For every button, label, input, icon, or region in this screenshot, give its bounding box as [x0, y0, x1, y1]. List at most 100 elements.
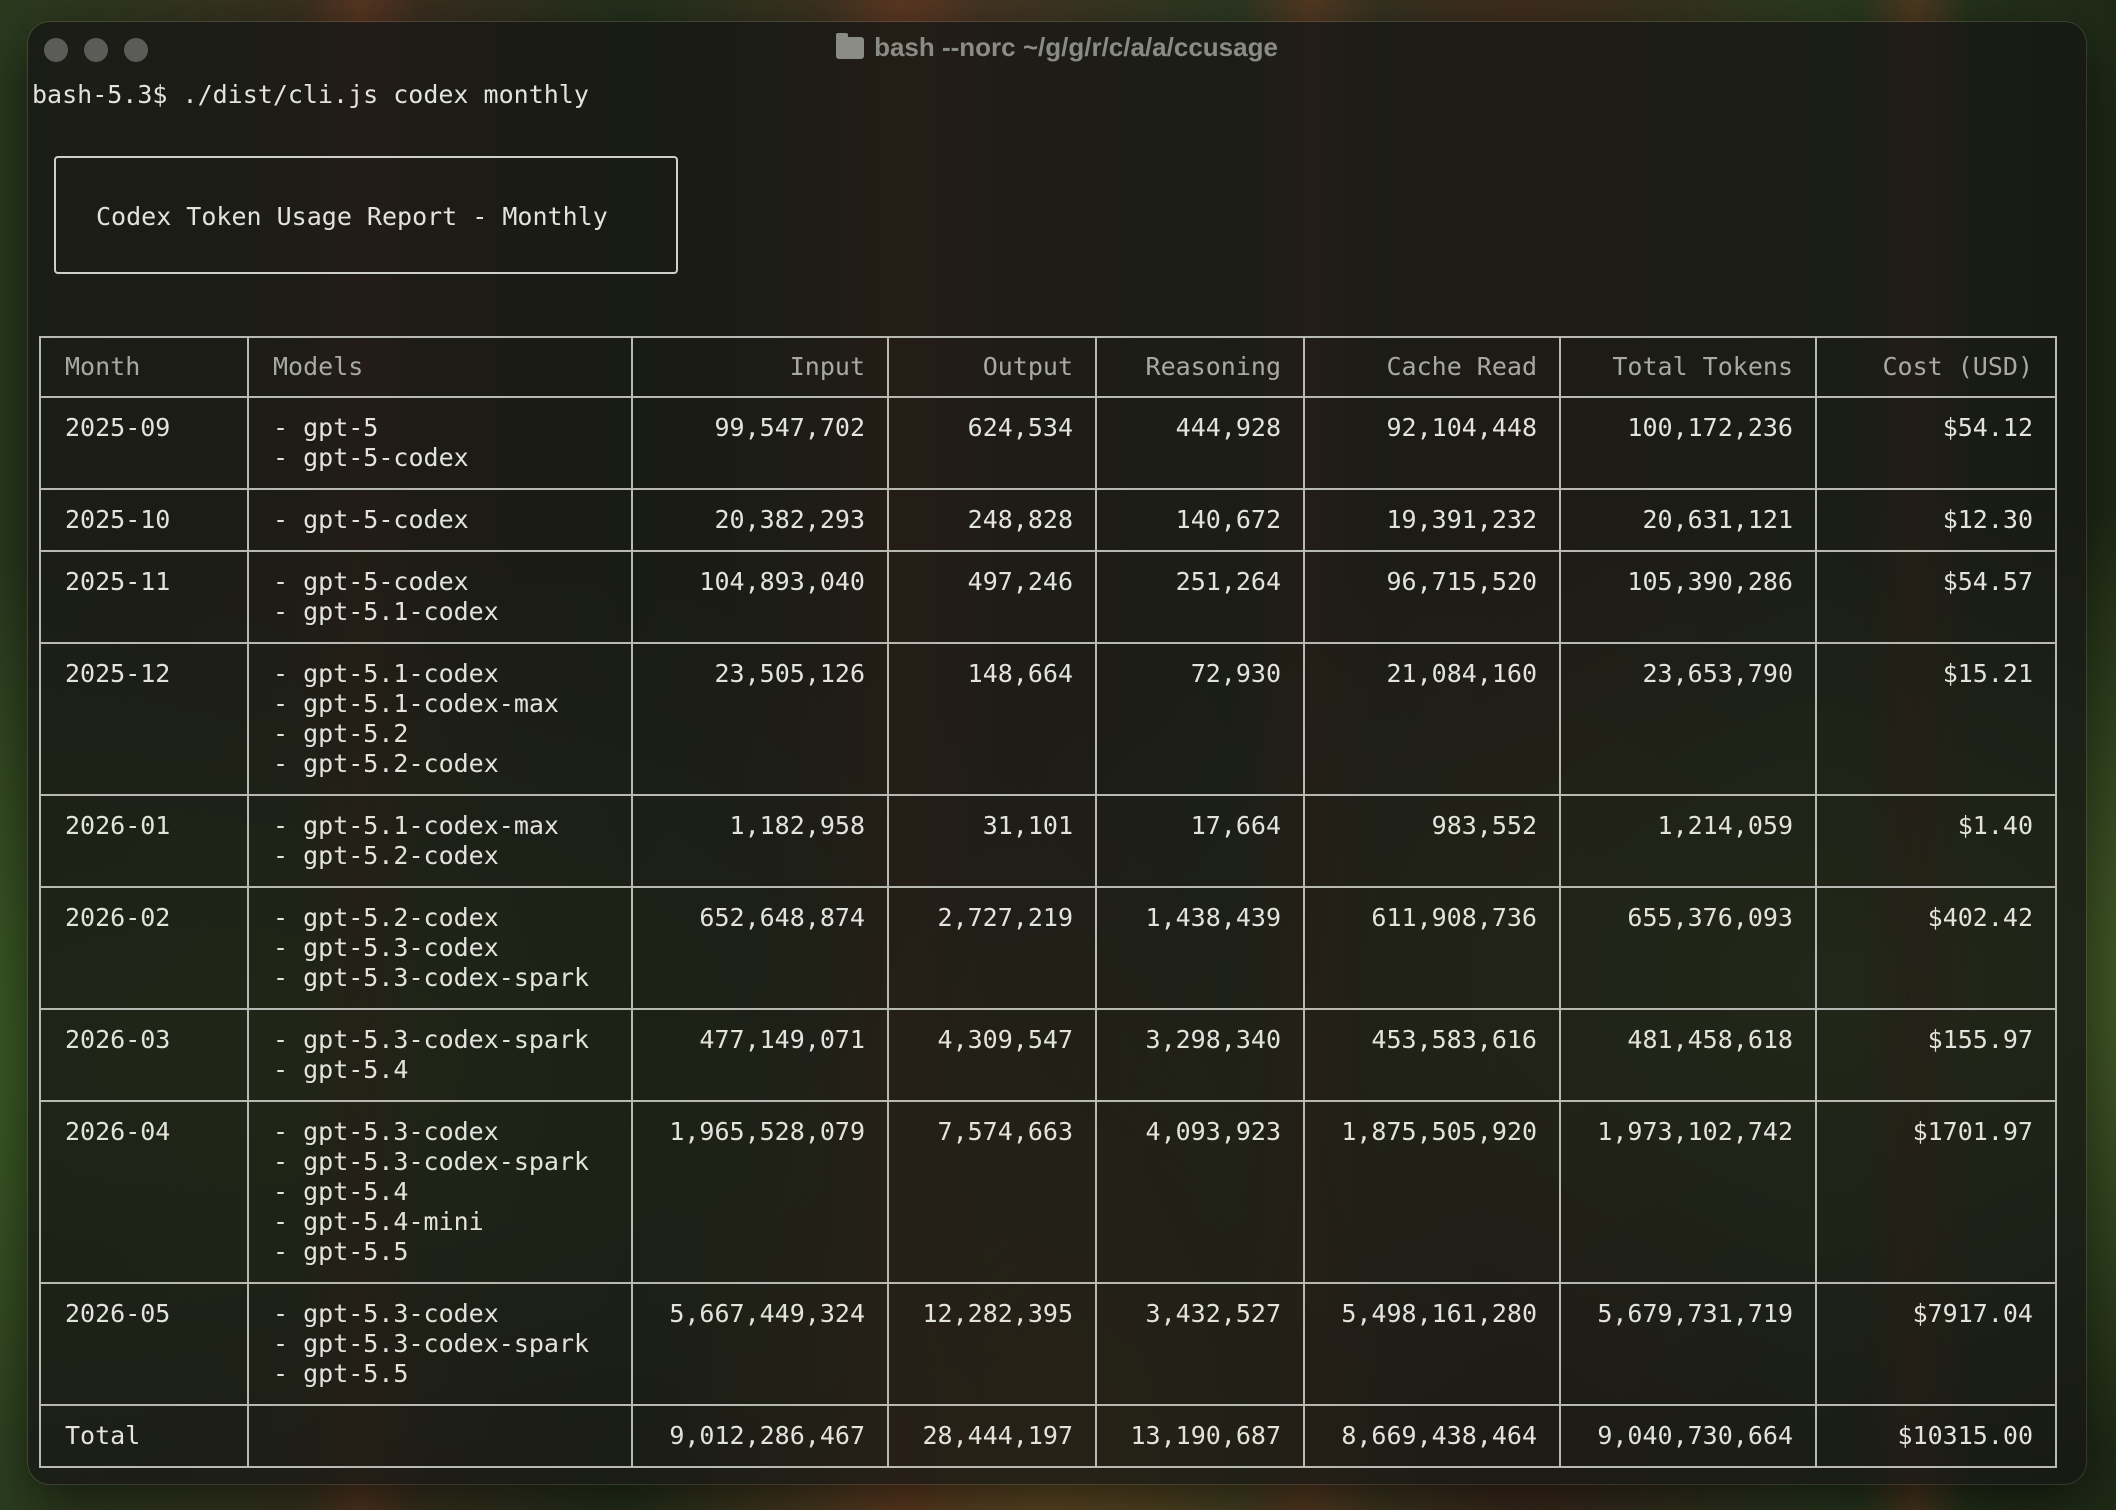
row-month: 2026-01 — [39, 794, 249, 888]
model-item: - gpt-5.4-mini — [273, 1207, 484, 1236]
model-item: - gpt-5.1-codex — [273, 597, 499, 626]
terminal-window: bash --norc ~/g/g/r/c/a/a/ccusage bash-5… — [28, 22, 2086, 1484]
row-total-tokens: 655,376,093 — [1559, 886, 1817, 1010]
model-item: - gpt-5-codex — [273, 567, 469, 596]
model-item: - gpt-5.4 — [273, 1177, 409, 1206]
model-item: - gpt-5-codex — [273, 505, 469, 534]
model-item: - gpt-5.2-codex — [273, 749, 499, 778]
row-input: 99,547,702 — [631, 396, 889, 490]
table-row: 2025-11- gpt-5-codex - gpt-5.1-codex 104,8… — [39, 550, 2057, 644]
row-reasoning: 17,664 — [1095, 794, 1305, 888]
model-item: - gpt-5.3-codex-spark — [273, 1329, 590, 1358]
header-input: Input — [631, 336, 889, 398]
row-total-tokens: 100,172,236 — [1559, 396, 1817, 490]
row-cache-read: 5,498,161,280 — [1303, 1282, 1561, 1406]
row-cost: $10315.00 — [1815, 1404, 2057, 1468]
model-item: - gpt-5.3-codex — [273, 933, 499, 962]
row-reasoning: 140,672 — [1095, 488, 1305, 552]
row-input: 1,182,958 — [631, 794, 889, 888]
model-item: - gpt-5.1-codex-max — [273, 811, 559, 840]
row-cost: $402.42 — [1815, 886, 2057, 1010]
folder-icon — [836, 33, 865, 59]
row-month: 2025-10 — [39, 488, 249, 552]
row-input: 20,382,293 — [631, 488, 889, 552]
row-cost: $54.57 — [1815, 550, 2057, 644]
table-row: 2026-01- gpt-5.1-codex-max - gpt-5.2-code… — [39, 794, 2057, 888]
model-item: - gpt-5.1-codex-max — [273, 689, 559, 718]
command-prompt[interactable]: bash-5.3$ ./dist/cli.js codex monthly — [32, 80, 589, 109]
row-models — [247, 1404, 633, 1468]
row-reasoning: 444,928 — [1095, 396, 1305, 490]
table-row: 2026-02- gpt-5.2-codex - gpt-5.3-codex - g… — [39, 886, 2057, 1010]
row-total-tokens: 1,214,059 — [1559, 794, 1817, 888]
row-cache-read: 96,715,520 — [1303, 550, 1561, 644]
model-item: - gpt-5.5 — [273, 1237, 409, 1266]
header-reasoning: Reasoning — [1095, 336, 1305, 398]
table-row: 2026-04- gpt-5.3-codex - gpt-5.3-codex-sp… — [39, 1100, 2057, 1284]
total-row: Total 9,012,286,467 28,444,197 13,190,687 8,… — [39, 1404, 2057, 1468]
row-month: Total — [39, 1404, 249, 1468]
row-models: - gpt-5- gpt-5-codex — [247, 396, 633, 490]
row-input: 9,012,286,467 — [631, 1404, 889, 1468]
model-item: - gpt-5.3-codex-spark — [273, 963, 590, 992]
row-reasoning: 251,264 — [1095, 550, 1305, 644]
header-cache-read: Cache Read — [1303, 336, 1561, 398]
usage-table: Month Models Input Output Reasoning Cach… — [39, 336, 2057, 1468]
row-cost: $7917.04 — [1815, 1282, 2057, 1406]
model-item: - gpt-5.1-codex — [273, 659, 499, 688]
row-cache-read: 611,908,736 — [1303, 886, 1561, 1010]
header-cost: Cost (USD) — [1815, 336, 2057, 398]
row-cache-read: 453,583,616 — [1303, 1008, 1561, 1102]
row-total-tokens: 105,390,286 — [1559, 550, 1817, 644]
row-cost: $155.97 — [1815, 1008, 2057, 1102]
row-output: 7,574,663 — [887, 1100, 1097, 1284]
row-output: 148,664 — [887, 642, 1097, 796]
table-row: 2025-12- gpt-5.1-codex - gpt-5.1-codex-ma… — [39, 642, 2057, 796]
row-month: 2025-12 — [39, 642, 249, 796]
row-output: 624,534 — [887, 396, 1097, 490]
row-month: 2026-04 — [39, 1100, 249, 1284]
row-total-tokens: 1,973,102,742 — [1559, 1100, 1817, 1284]
model-item: - gpt-5.2 — [273, 719, 409, 748]
row-models: - gpt-5-codex — [247, 488, 633, 552]
model-item: - gpt-5.2-codex — [273, 903, 499, 932]
row-input: 1,965,528,079 — [631, 1100, 889, 1284]
row-cost: $12.30 — [1815, 488, 2057, 552]
row-total-tokens: 5,679,731,719 — [1559, 1282, 1817, 1406]
row-total-tokens: 9,040,730,664 — [1559, 1404, 1817, 1468]
header-month: Month — [39, 336, 249, 398]
table-row: 2026-05- gpt-5.3-codex - gpt-5.3-codex-sp… — [39, 1282, 2057, 1406]
header-output: Output — [887, 336, 1097, 398]
model-item: - gpt-5.5 — [273, 1359, 409, 1388]
row-output: 28,444,197 — [887, 1404, 1097, 1468]
window-title-text: bash --norc ~/g/g/r/c/a/a/ccusage — [874, 32, 1278, 62]
row-cost: $54.12 — [1815, 396, 2057, 490]
row-month: 2025-09 — [39, 396, 249, 490]
row-cost: $1701.97 — [1815, 1100, 2057, 1284]
row-month: 2025-11 — [39, 550, 249, 644]
row-reasoning: 4,093,923 — [1095, 1100, 1305, 1284]
report-title: Codex Token Usage Report - Monthly — [96, 202, 608, 231]
row-models: - gpt-5.3-codex - gpt-5.3-codex-spark - gp… — [247, 1282, 633, 1406]
row-output: 497,246 — [887, 550, 1097, 644]
row-models: - gpt-5.1-codex - gpt-5.1-codex-max - gpt-… — [247, 642, 633, 796]
title-bar: bash --norc ~/g/g/r/c/a/a/ccusage — [28, 22, 2086, 76]
row-reasoning: 3,298,340 — [1095, 1008, 1305, 1102]
window-title: bash --norc ~/g/g/r/c/a/a/ccusage — [28, 32, 2086, 63]
row-output: 2,727,219 — [887, 886, 1097, 1010]
model-item: - gpt-5.3-codex-spark — [273, 1147, 590, 1176]
row-models: - gpt-5.3-codex-spark - gpt-5.4 — [247, 1008, 633, 1102]
row-output: 248,828 — [887, 488, 1097, 552]
row-output: 31,101 — [887, 794, 1097, 888]
model-item: - gpt-5.4 — [273, 1055, 409, 1084]
row-cache-read: 8,669,438,464 — [1303, 1404, 1561, 1468]
row-cost: $15.21 — [1815, 642, 2057, 796]
row-reasoning: 1,438,439 — [1095, 886, 1305, 1010]
row-output: 4,309,547 — [887, 1008, 1097, 1102]
row-cache-read: 1,875,505,920 — [1303, 1100, 1561, 1284]
row-models: - gpt-5.2-codex - gpt-5.3-codex - gpt-5.3-… — [247, 886, 633, 1010]
table-header-row: Month Models Input Output Reasoning Cach… — [39, 336, 2057, 398]
header-total-tokens: Total Tokens — [1559, 336, 1817, 398]
row-total-tokens: 481,458,618 — [1559, 1008, 1817, 1102]
row-cache-read: 21,084,160 — [1303, 642, 1561, 796]
